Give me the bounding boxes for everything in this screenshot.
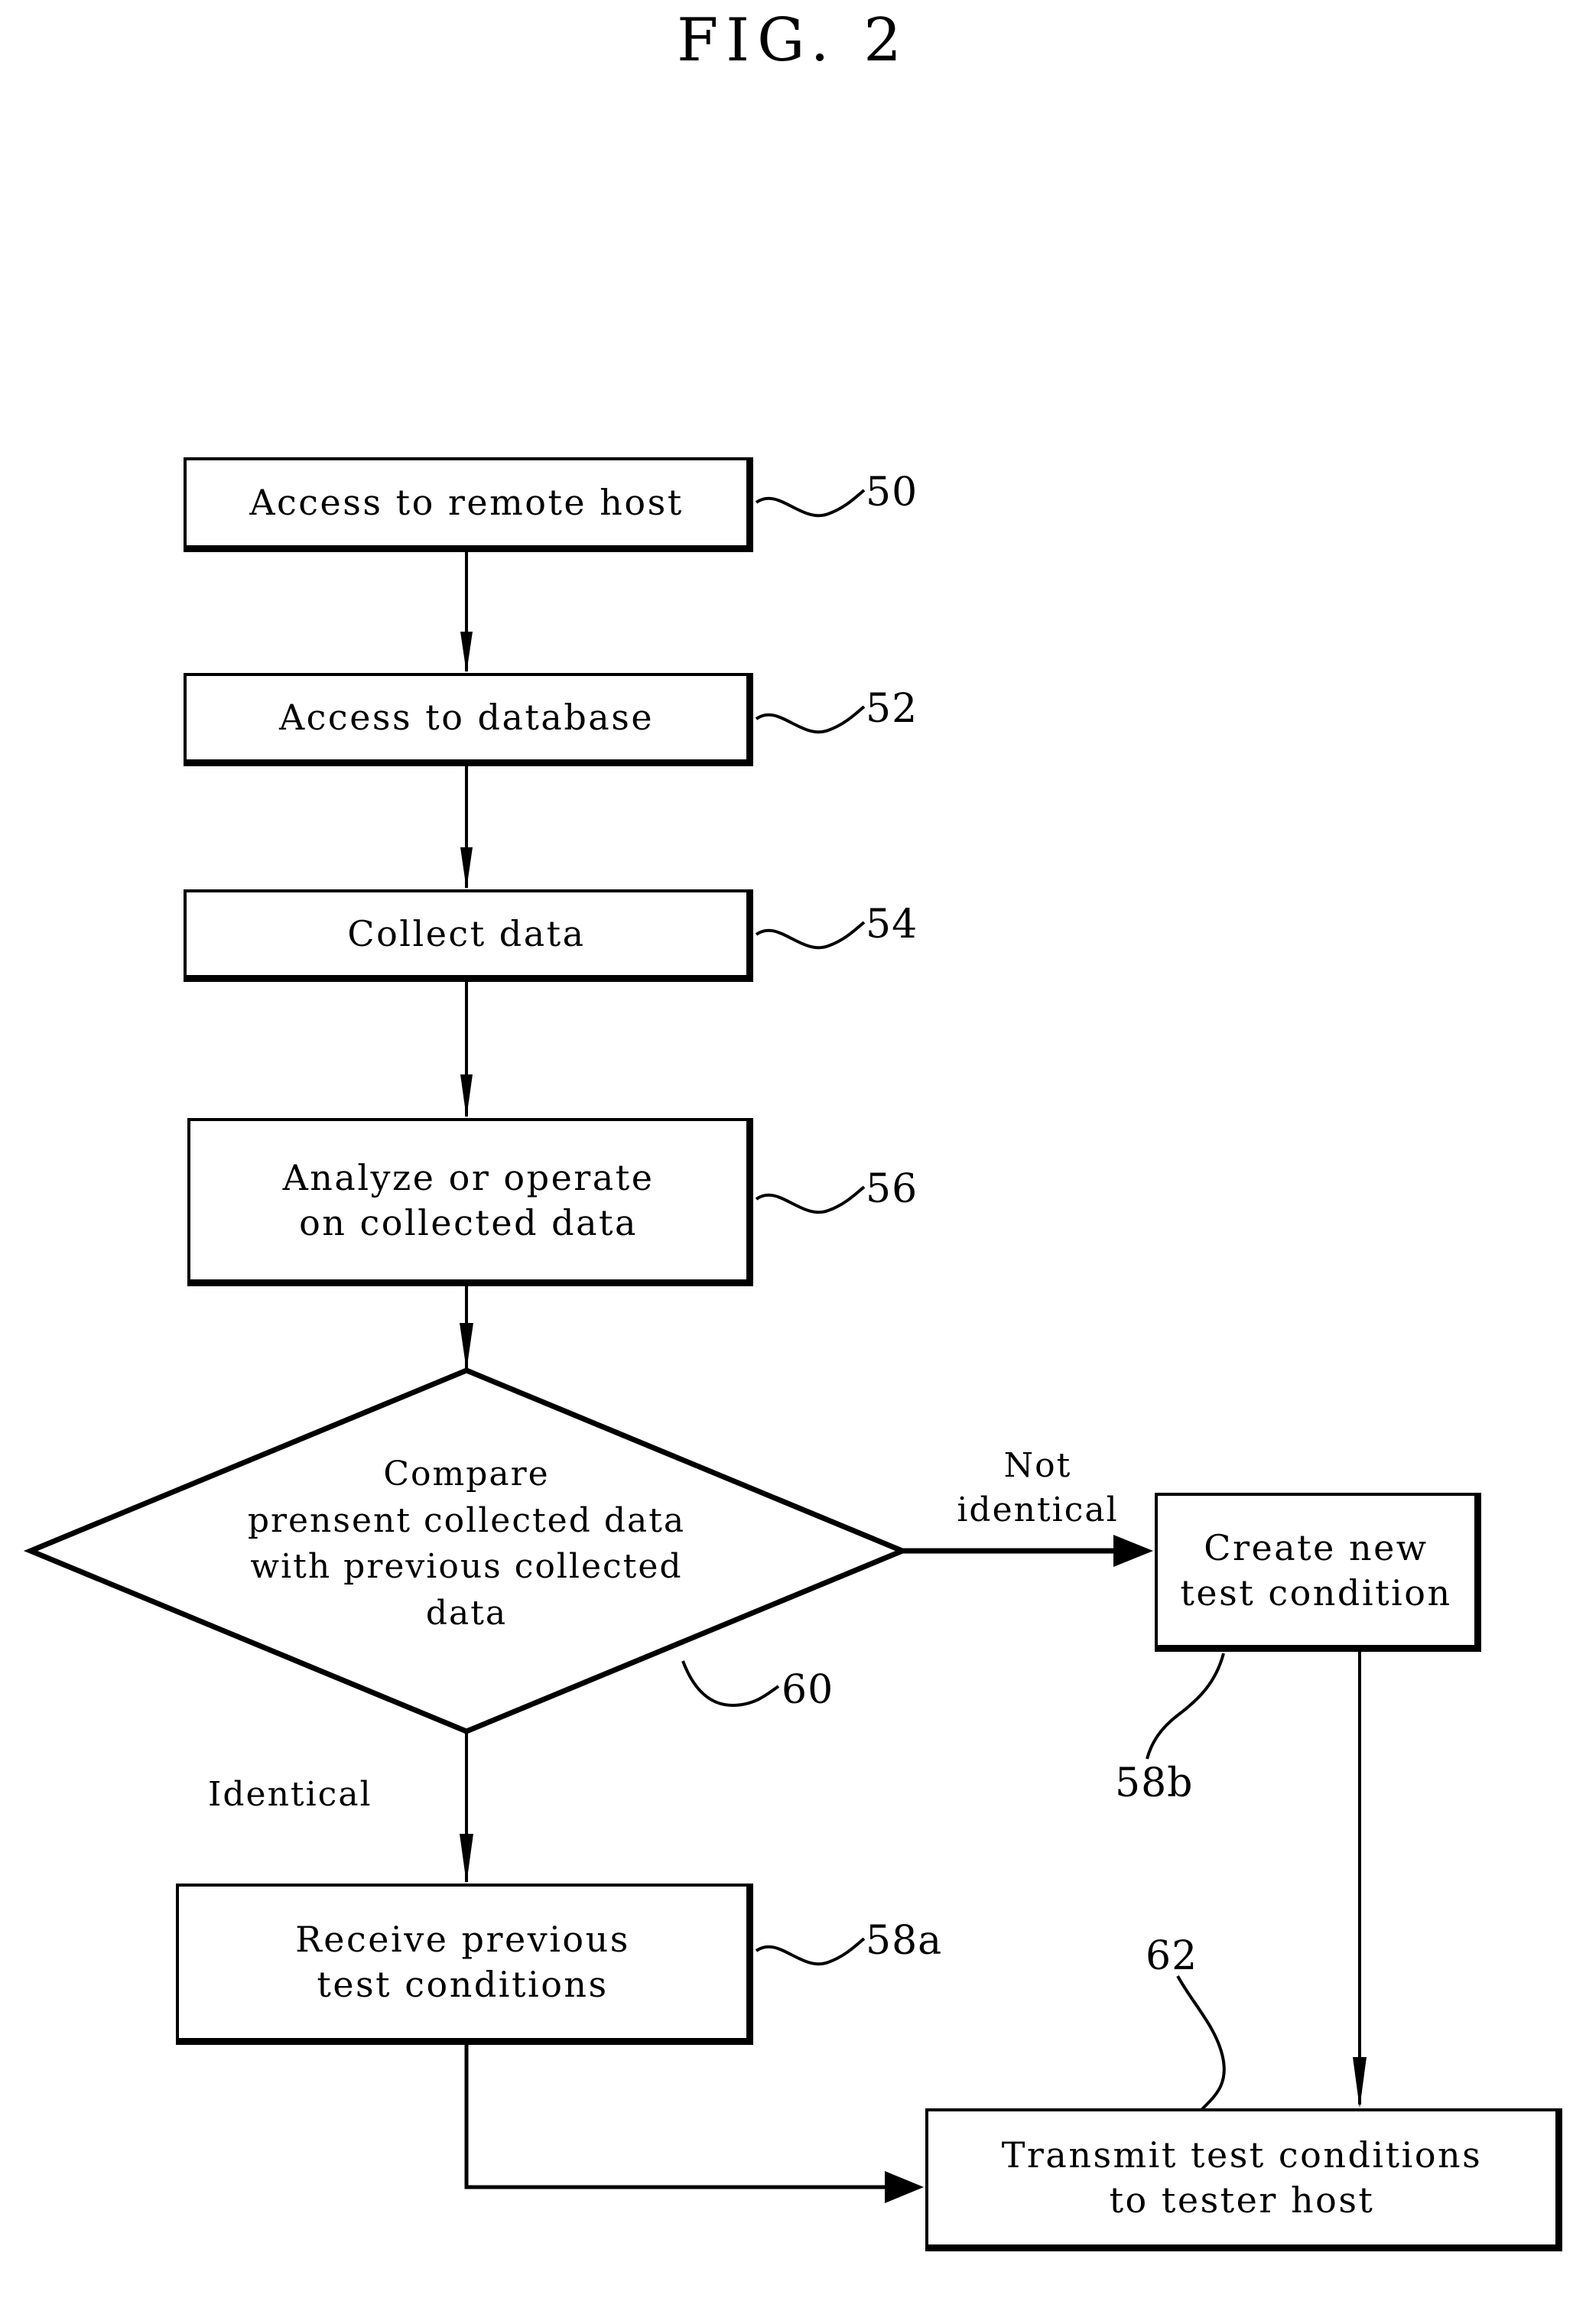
node-access-remote-host: Access to remote host <box>184 457 753 552</box>
figure-title: FIG. 2 <box>677 6 909 75</box>
leader-54 <box>755 921 866 950</box>
node-receive-previous-test-conditions: Receive previous test conditions <box>176 1884 753 2045</box>
connector-50-to-52 <box>460 552 473 673</box>
node-access-remote-host-label: Access to remote host <box>249 482 684 524</box>
leader-58b <box>1146 1653 1225 1760</box>
connector-56-to-60 <box>460 1286 473 1370</box>
connector-60-to-58b <box>902 1535 1153 1567</box>
leader-58a <box>755 1937 866 1966</box>
leader-60 <box>681 1660 780 1708</box>
node-collect-data: Collect data <box>184 889 753 982</box>
leader-52 <box>755 705 866 734</box>
node-transmit-test-conditions: Transmit test conditions to tester host <box>925 2108 1562 2251</box>
ref-numeral-58a: 58a <box>866 1918 943 1964</box>
node-create-new-test-condition-label: Create new test condition <box>1180 1526 1452 1614</box>
leader-50 <box>755 489 866 518</box>
leader-62 <box>1176 1975 1226 2111</box>
ref-numeral-60: 60 <box>782 1667 834 1713</box>
connector-58a-to-62 <box>464 2045 924 2203</box>
edge-label-identical: Identical <box>208 1775 372 1814</box>
connector-52-to-54 <box>460 766 473 889</box>
connector-60-to-58a <box>460 1731 473 1884</box>
connector-54-to-56 <box>460 982 473 1118</box>
leader-56 <box>755 1185 866 1214</box>
ref-numeral-58b: 58b <box>1115 1760 1194 1806</box>
node-analyze-operate: Analyze or operate on collected data <box>187 1118 753 1286</box>
figure-root: FIG. 2 Access to remote host Access to d… <box>0 0 1586 2324</box>
node-transmit-test-conditions-label: Transmit test conditions to tester host <box>1001 2134 1483 2221</box>
ref-numeral-50: 50 <box>866 470 918 515</box>
node-compare-decision-label: Compare prensent collected data with pre… <box>247 1455 686 1633</box>
ref-numeral-56: 56 <box>866 1166 918 1212</box>
ref-numeral-62: 62 <box>1146 1933 1198 1979</box>
node-analyze-operate-label: Analyze or operate on collected data <box>282 1156 655 1243</box>
node-collect-data-label: Collect data <box>347 912 586 954</box>
ref-numeral-54: 54 <box>866 902 918 947</box>
node-access-database: Access to database <box>184 673 753 766</box>
connector-58b-to-62 <box>1353 1652 1367 2108</box>
ref-numeral-52: 52 <box>866 686 918 732</box>
node-access-database-label: Access to database <box>278 697 655 739</box>
node-create-new-test-condition: Create new test condition <box>1155 1493 1481 1652</box>
node-receive-previous-test-conditions-label: Receive previous test conditions <box>295 1919 630 2005</box>
edge-label-not-identical: Not identical <box>957 1446 1119 1530</box>
